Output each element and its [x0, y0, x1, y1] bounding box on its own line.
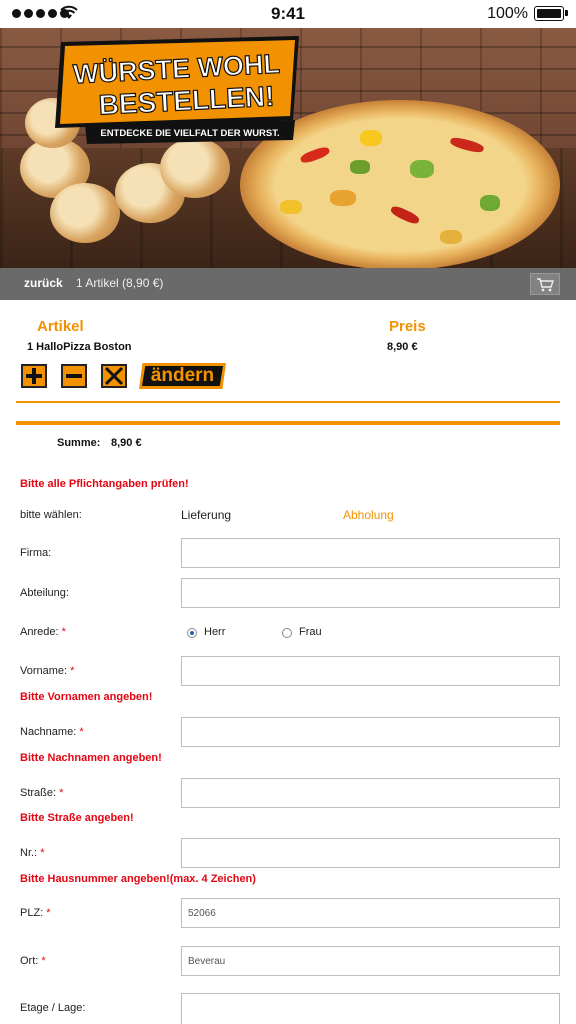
promo-banner: WÜRSTE WOHL BESTELLEN! ENTDECKE DIE VIEL…: [0, 28, 576, 268]
promo-logo: WÜRSTE WOHL BESTELLEN! ENTDECKE DIE VIEL…: [55, 36, 299, 144]
street-label: Straße:: [20, 787, 57, 799]
required-marker: *: [40, 847, 45, 859]
company-field[interactable]: [181, 538, 560, 568]
sum-label: Summe:: [57, 437, 101, 449]
required-marker: *: [41, 955, 46, 967]
required-marker: *: [79, 726, 84, 738]
price-column-header: Preis: [389, 318, 426, 335]
required-marker: *: [46, 907, 51, 919]
form-check-notice: Bitte alle Pflichtangaben prüfen!: [20, 478, 189, 490]
lastname-label: Nachname:: [20, 726, 77, 738]
department-label: Abteilung:: [20, 587, 69, 599]
firstname-field[interactable]: [181, 656, 560, 686]
battery-percent: 100%: [487, 5, 528, 22]
required-marker: *: [61, 626, 66, 638]
salutation-label-row: Anrede: *: [20, 626, 66, 638]
street-label-row: Straße: *: [20, 787, 63, 799]
order-item-name: 1 HalloPizza Boston: [27, 341, 132, 353]
cart-button[interactable]: [530, 273, 560, 295]
increase-quantity-button[interactable]: [21, 364, 47, 388]
article-column-header: Artikel: [37, 318, 84, 335]
back-link[interactable]: zurück: [24, 276, 63, 290]
salutation-mr-label[interactable]: Herr: [204, 626, 225, 638]
sum-value: 8,90 €: [111, 437, 142, 449]
lastname-label-row: Nachname: *: [20, 726, 84, 738]
plus-icon: [26, 368, 42, 384]
lastname-field[interactable]: [181, 717, 560, 747]
street-field[interactable]: [181, 778, 560, 808]
edit-order-label: ändern: [142, 366, 223, 386]
close-icon: [104, 366, 124, 386]
number-label-row: Nr.: *: [20, 847, 44, 859]
city-label-row: Ort: *: [20, 955, 46, 967]
department-field[interactable]: [181, 578, 560, 608]
order-type-label: bitte wählen:: [20, 509, 82, 521]
salutation-label: Anrede:: [20, 626, 59, 638]
house-number-error: Bitte Hausnummer angeben!(max. 4 Zeichen…: [20, 873, 256, 885]
required-marker: *: [59, 787, 64, 799]
promo-tagline: ENTDECKE DIE VIELFALT DER WURST.: [100, 128, 279, 139]
remove-item-button[interactable]: [101, 364, 127, 388]
decrease-quantity-button[interactable]: [61, 364, 87, 388]
firstname-error: Bitte Vornamen angeben!: [20, 691, 153, 703]
required-marker: *: [70, 665, 75, 677]
divider: [16, 401, 560, 403]
firstname-label-row: Vorname: *: [20, 665, 74, 677]
zip-label: PLZ:: [20, 907, 44, 919]
pickup-option[interactable]: Abholung: [343, 508, 394, 522]
cart-icon: [537, 278, 554, 292]
floor-label: Etage / Lage:: [20, 1002, 86, 1014]
city-field[interactable]: [181, 946, 560, 976]
floor-field[interactable]: [181, 993, 560, 1024]
order-item-price: 8,90 €: [387, 341, 418, 353]
lastname-error: Bitte Nachnamen angeben!: [20, 752, 162, 764]
status-bar: 9:41 100%: [0, 0, 576, 28]
firstname-label: Vorname:: [20, 665, 68, 677]
minus-icon: [66, 374, 82, 378]
number-label: Nr.:: [20, 847, 38, 859]
salutation-mrs-label[interactable]: Frau: [299, 626, 322, 638]
divider: [16, 421, 560, 425]
order-nav-bar: zurück 1 Artikel (8,90 €): [0, 268, 576, 300]
street-error: Bitte Straße angeben!: [20, 812, 134, 824]
zip-field[interactable]: [181, 898, 560, 928]
cart-summary: 1 Artikel (8,90 €): [76, 276, 164, 290]
zip-label-row: PLZ: *: [20, 907, 51, 919]
delivery-option[interactable]: Lieferung: [181, 508, 231, 522]
city-label: Ort:: [20, 955, 39, 967]
salutation-mrs-radio[interactable]: [282, 628, 292, 638]
edit-order-button[interactable]: ändern: [139, 363, 226, 389]
salutation-mr-radio[interactable]: [187, 628, 197, 638]
battery-icon: [534, 6, 568, 21]
company-label: Firma:: [20, 547, 52, 559]
sausage-rolls-image: [20, 98, 235, 248]
house-number-field[interactable]: [181, 838, 560, 868]
